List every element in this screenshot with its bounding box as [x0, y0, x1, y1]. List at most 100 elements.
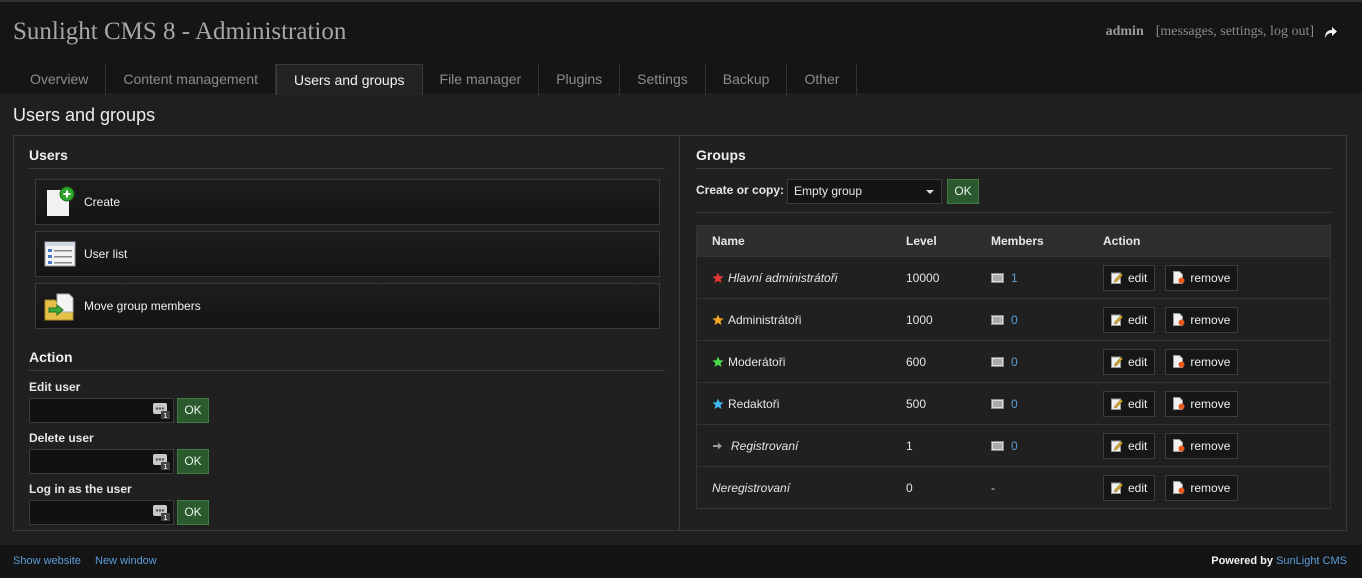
- members-list-icon[interactable]: [991, 440, 1004, 451]
- col-action-header: Action: [1103, 234, 1141, 248]
- remove-group-button[interactable]: remove: [1165, 474, 1239, 501]
- page-title: Users and groups: [13, 105, 156, 125]
- edit-icon: [1111, 398, 1123, 410]
- login-as-user-label: Log in as the user: [29, 482, 132, 496]
- members-list-icon[interactable]: [991, 356, 1004, 367]
- group-level: 600: [906, 354, 927, 369]
- user-links[interactable]: [messages, settings, log out]: [1156, 24, 1314, 40]
- login-as-user-input[interactable]: 1: [29, 500, 174, 525]
- tab-plugins[interactable]: Plugins: [539, 64, 621, 95]
- group-members-link[interactable]: 1: [1011, 271, 1018, 285]
- edit-user-ok-button[interactable]: OK: [177, 398, 209, 423]
- table-row: Redaktoři 500 0 edit remove: [697, 382, 1330, 424]
- move-group-members-button[interactable]: Move group members: [35, 283, 660, 329]
- user-select-icon[interactable]: 1: [153, 453, 170, 470]
- edit-user-input[interactable]: 1: [29, 398, 174, 423]
- edit-group-button[interactable]: edit: [1103, 264, 1156, 291]
- divider: [696, 212, 1331, 213]
- user-list-button[interactable]: User list: [35, 231, 660, 277]
- group-name: Registrovaní: [731, 438, 799, 453]
- show-website-link[interactable]: Show website: [13, 555, 81, 567]
- delete-icon: [1173, 271, 1185, 284]
- group-actions: edit remove: [1103, 264, 1330, 291]
- group-actions: edit remove: [1103, 432, 1330, 459]
- divider: [29, 370, 665, 371]
- group-level: 1000: [906, 312, 933, 327]
- group-members-link[interactable]: 0: [1011, 439, 1018, 453]
- group-members-cell: 0: [991, 355, 1103, 369]
- group-level: 500: [906, 396, 927, 411]
- tab-content-management[interactable]: Content management: [106, 64, 276, 95]
- delete-user-ok-button[interactable]: OK: [177, 449, 209, 474]
- tab-file-manager[interactable]: File manager: [423, 64, 540, 95]
- edit-label: edit: [1128, 480, 1148, 495]
- delete-icon: [1173, 313, 1185, 326]
- group-actions: edit remove: [1103, 390, 1330, 417]
- group-members-link[interactable]: 0: [1011, 313, 1018, 327]
- logout-icon[interactable]: [1322, 24, 1338, 40]
- edit-group-button[interactable]: edit: [1103, 306, 1156, 333]
- group-name-cell: Administrátoři: [697, 313, 906, 327]
- tab-overview[interactable]: Overview: [13, 64, 107, 95]
- main-tabs: Overview Content management Users and gr…: [13, 64, 858, 95]
- powered-by-link[interactable]: SunLight CMS: [1276, 555, 1347, 567]
- star-icon: [712, 356, 724, 367]
- username[interactable]: admin: [1106, 24, 1144, 40]
- user-list-icon: [44, 241, 76, 267]
- edit-group-button[interactable]: edit: [1103, 432, 1156, 459]
- tab-users-and-groups[interactable]: Users and groups: [276, 64, 423, 95]
- edit-group-button[interactable]: edit: [1103, 348, 1156, 375]
- remove-group-button[interactable]: remove: [1165, 306, 1239, 333]
- group-actions: edit remove: [1103, 348, 1330, 375]
- footer: Show website New window Powered by SunLi…: [0, 545, 1362, 578]
- edit-label: edit: [1128, 354, 1148, 369]
- group-name-cell: Redaktoři: [697, 397, 906, 411]
- group-members-cell: 1: [991, 271, 1103, 285]
- remove-group-button[interactable]: remove: [1165, 390, 1239, 417]
- group-name: Administrátoři: [728, 312, 802, 327]
- edit-user-label: Edit user: [29, 380, 81, 394]
- powered-by: Powered by SunLight CMS: [1211, 555, 1347, 567]
- users-heading: Users: [29, 147, 68, 163]
- powered-by-label: Powered by: [1211, 555, 1273, 567]
- user-select-icon[interactable]: 1: [153, 402, 170, 419]
- edit-group-button[interactable]: edit: [1103, 474, 1156, 501]
- remove-label: remove: [1190, 312, 1231, 327]
- col-name-header: Name: [712, 234, 745, 248]
- svg-text:1: 1: [163, 514, 167, 521]
- col-level-header: Level: [906, 234, 937, 248]
- table-row: Registrovaní 1 0 edit remove: [697, 424, 1330, 466]
- remove-label: remove: [1190, 438, 1231, 453]
- remove-label: remove: [1190, 480, 1231, 495]
- group-template-select[interactable]: Empty group: [787, 179, 942, 204]
- group-name: Moderátoři: [728, 354, 786, 369]
- remove-group-button[interactable]: remove: [1165, 264, 1239, 291]
- login-as-user-ok-button[interactable]: OK: [177, 500, 209, 525]
- remove-group-button[interactable]: remove: [1165, 432, 1239, 459]
- delete-user-input[interactable]: 1: [29, 449, 174, 474]
- members-list-icon[interactable]: [991, 314, 1004, 325]
- new-window-link[interactable]: New window: [95, 555, 157, 567]
- group-members-link[interactable]: 0: [1011, 355, 1018, 369]
- user-select-icon[interactable]: 1: [153, 504, 170, 521]
- tab-backup[interactable]: Backup: [706, 64, 788, 95]
- edit-label: edit: [1128, 396, 1148, 411]
- group-members-link[interactable]: 0: [1011, 397, 1018, 411]
- members-list-icon[interactable]: [991, 272, 1004, 283]
- delete-icon: [1173, 355, 1185, 368]
- create-group-ok-button[interactable]: OK: [947, 179, 979, 204]
- table-body: Hlavní administrátoři 10000 1 edit remove Adm…: [697, 256, 1330, 508]
- edit-group-button[interactable]: edit: [1103, 390, 1156, 417]
- content-panel: Users Create User list Move group member…: [13, 135, 1347, 531]
- members-list-icon[interactable]: [991, 398, 1004, 409]
- table-row: Administrátoři 1000 0 edit remove: [697, 298, 1330, 340]
- tab-other[interactable]: Other: [787, 64, 858, 95]
- group-level: 0: [906, 480, 913, 495]
- edit-icon: [1111, 440, 1123, 452]
- group-name-cell: Hlavní administrátoři: [697, 271, 906, 285]
- remove-group-button[interactable]: remove: [1165, 348, 1239, 375]
- create-user-button[interactable]: Create: [35, 179, 660, 225]
- delete-icon: [1173, 439, 1185, 452]
- tab-settings[interactable]: Settings: [620, 64, 706, 95]
- group-members-cell: 0: [991, 397, 1103, 411]
